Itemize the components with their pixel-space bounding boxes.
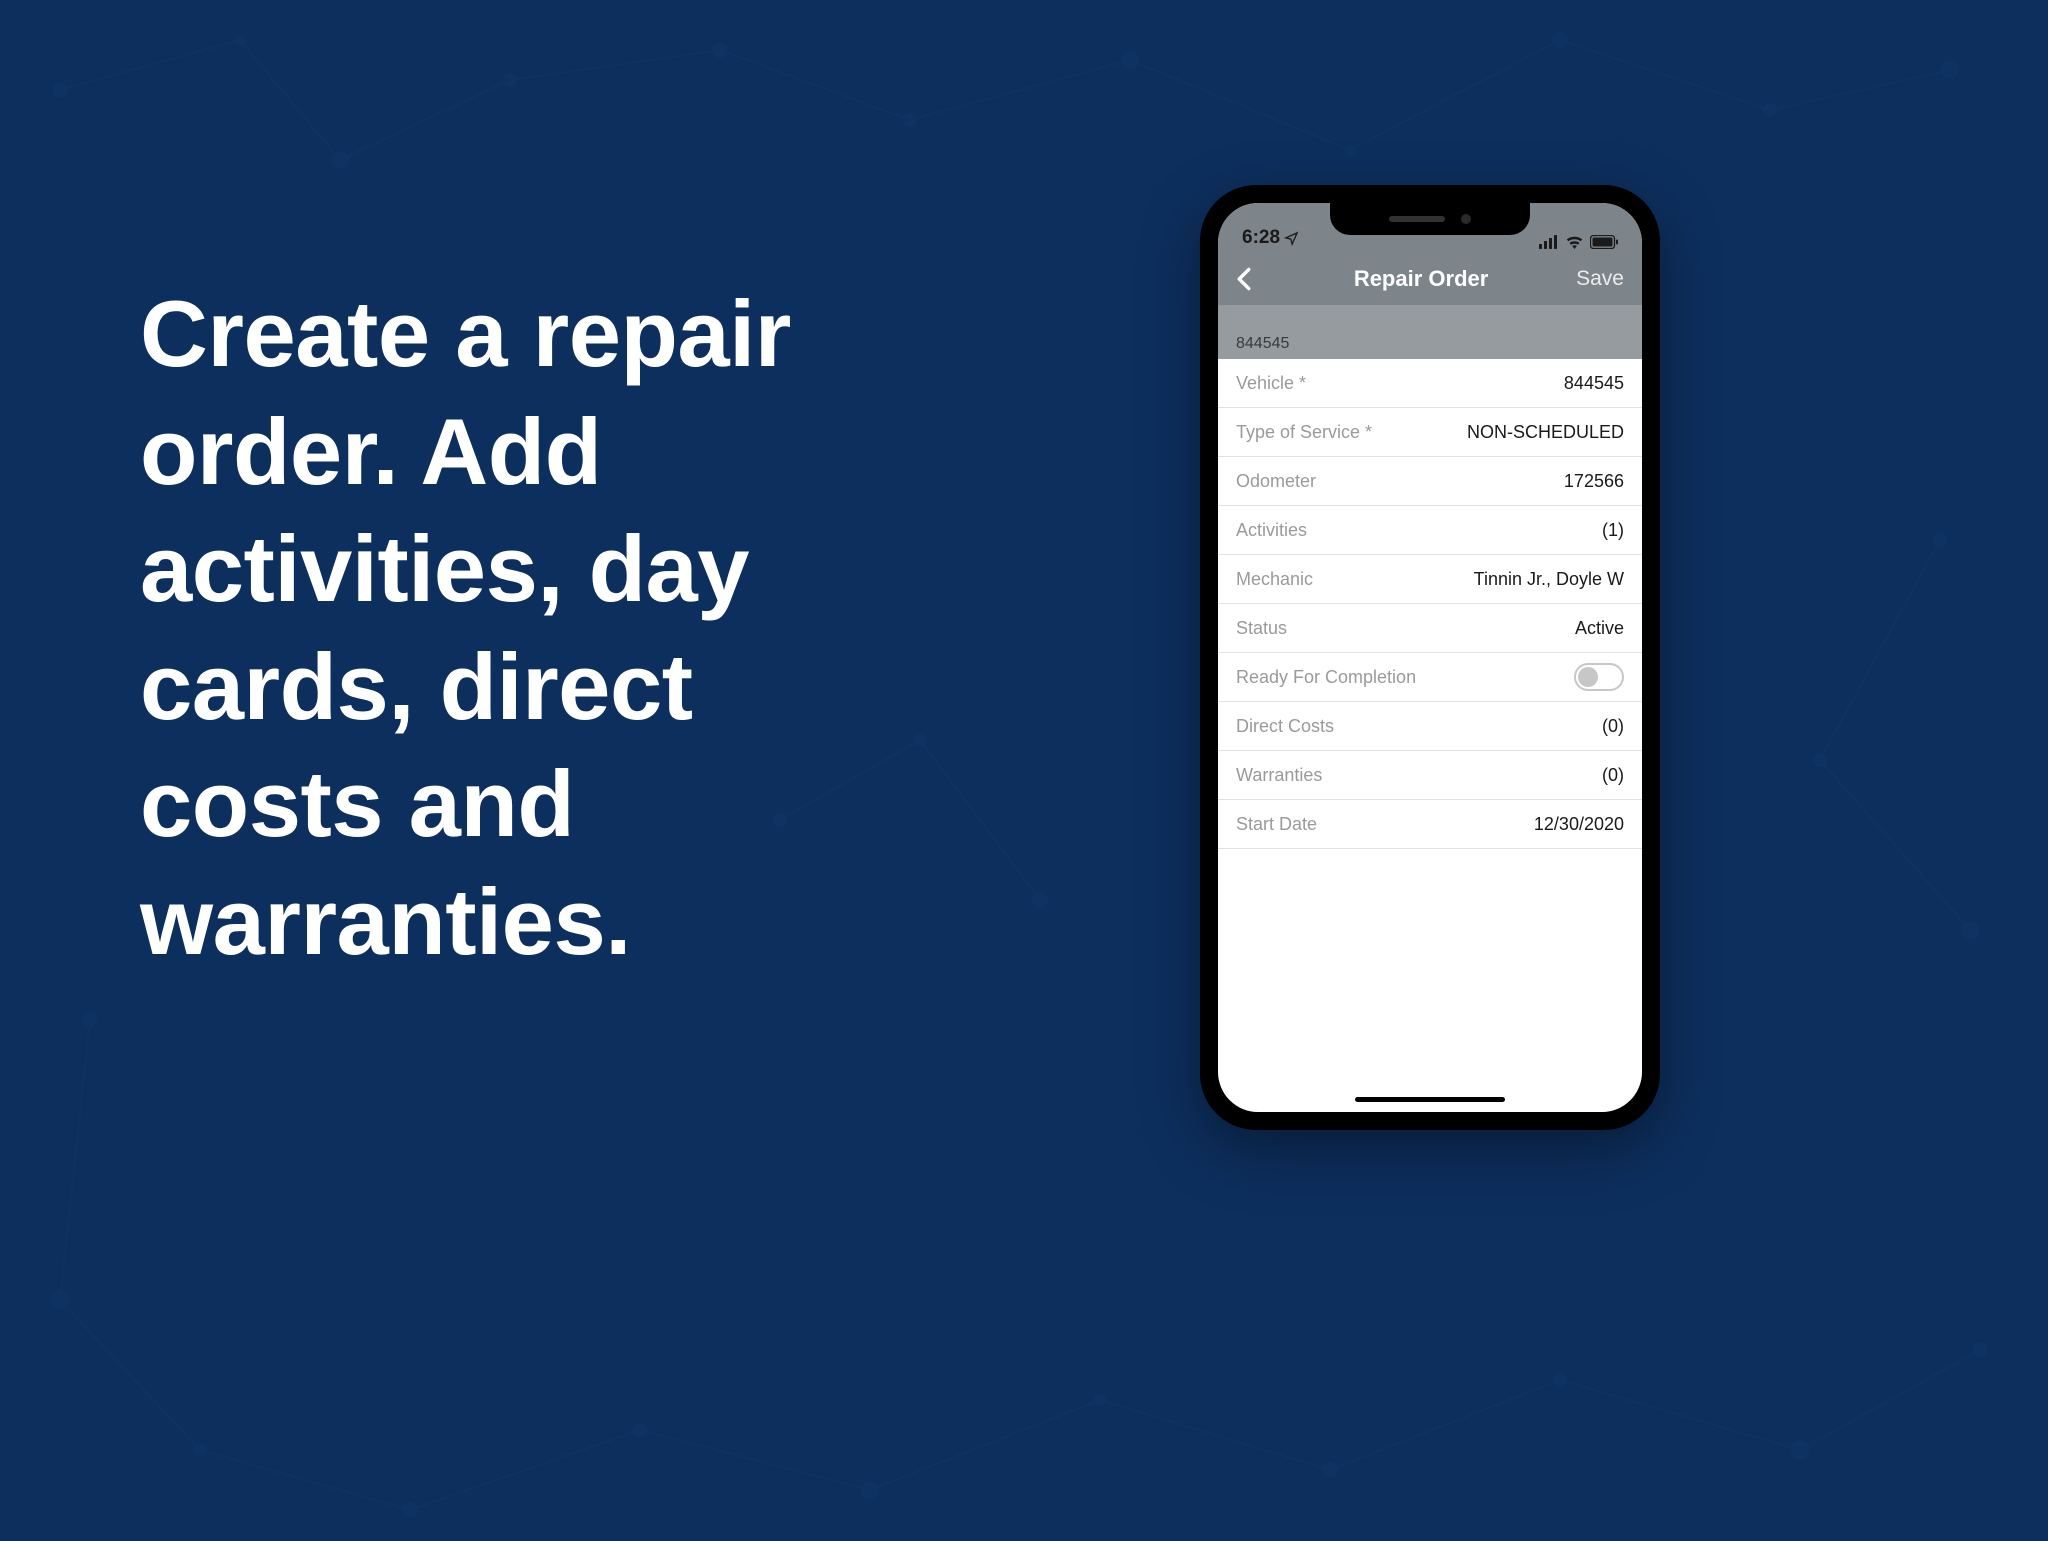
activities-row[interactable]: Activities (1): [1218, 506, 1642, 555]
warranties-value: (0): [1602, 765, 1624, 786]
type-of-service-label: Type of Service *: [1236, 422, 1372, 443]
mechanic-label: Mechanic: [1236, 569, 1313, 590]
odometer-row[interactable]: Odometer 172566: [1218, 457, 1642, 506]
start-date-label: Start Date: [1236, 814, 1317, 835]
odometer-label: Odometer: [1236, 471, 1316, 492]
wifi-icon: [1565, 235, 1584, 249]
ready-for-completion-toggle[interactable]: [1574, 663, 1624, 691]
signal-icon: [1539, 235, 1559, 249]
mechanic-row[interactable]: Mechanic Tinnin Jr., Doyle W: [1218, 555, 1642, 604]
phone-screen: 6:28 Repair Order Save 844545 Vehicle * …: [1218, 203, 1642, 1112]
battery-icon: [1590, 235, 1618, 249]
vehicle-row[interactable]: Vehicle * 844545: [1218, 359, 1642, 408]
type-of-service-row[interactable]: Type of Service * NON-SCHEDULED: [1218, 408, 1642, 457]
ready-for-completion-row[interactable]: Ready For Completion: [1218, 653, 1642, 702]
navigation-bar: Repair Order Save: [1218, 253, 1642, 305]
back-button[interactable]: [1236, 267, 1266, 291]
direct-costs-value: (0): [1602, 716, 1624, 737]
chevron-left-icon: [1236, 267, 1252, 291]
warranties-label: Warranties: [1236, 765, 1322, 786]
section-header: 844545: [1218, 305, 1642, 359]
direct-costs-label: Direct Costs: [1236, 716, 1334, 737]
status-label: Status: [1236, 618, 1287, 639]
activities-label: Activities: [1236, 520, 1307, 541]
marketing-headline: Create a repair order. Add activities, d…: [140, 275, 960, 980]
home-indicator[interactable]: [1355, 1097, 1505, 1102]
status-value: Active: [1575, 618, 1624, 639]
vehicle-label: Vehicle *: [1236, 373, 1306, 394]
start-date-value: 12/30/2020: [1534, 814, 1624, 835]
mechanic-value: Tinnin Jr., Doyle W: [1474, 569, 1624, 590]
ready-for-completion-label: Ready For Completion: [1236, 667, 1416, 688]
phone-notch: [1330, 203, 1530, 235]
page-title: Repair Order: [1354, 266, 1489, 292]
toggle-knob: [1578, 667, 1598, 687]
type-of-service-value: NON-SCHEDULED: [1467, 422, 1624, 443]
odometer-value: 172566: [1564, 471, 1624, 492]
phone-mockup: 6:28 Repair Order Save 844545 Vehicle * …: [1200, 185, 1660, 1130]
vehicle-value: 844545: [1564, 373, 1624, 394]
save-button[interactable]: Save: [1576, 267, 1624, 291]
status-time: 6:28: [1242, 227, 1280, 249]
warranties-row[interactable]: Warranties (0): [1218, 751, 1642, 800]
location-icon: [1284, 231, 1299, 246]
start-date-row[interactable]: Start Date 12/30/2020: [1218, 800, 1642, 849]
status-row[interactable]: Status Active: [1218, 604, 1642, 653]
activities-value: (1): [1602, 520, 1624, 541]
direct-costs-row[interactable]: Direct Costs (0): [1218, 702, 1642, 751]
form-list: Vehicle * 844545 Type of Service * NON-S…: [1218, 359, 1642, 849]
